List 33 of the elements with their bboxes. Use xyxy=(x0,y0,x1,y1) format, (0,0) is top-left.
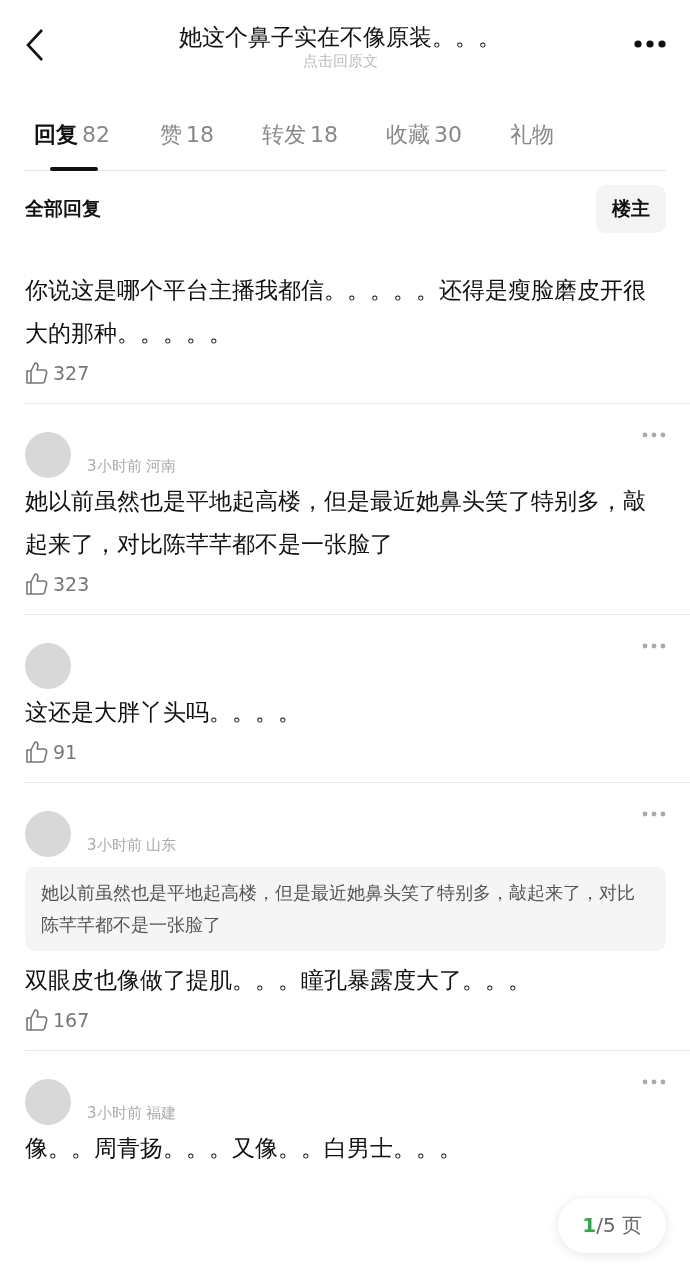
like-count: 91 xyxy=(53,741,78,763)
avatar[interactable] xyxy=(25,432,71,478)
owner-filter-button[interactable]: 楼主 xyxy=(596,185,666,233)
like-count: 323 xyxy=(53,573,90,595)
thumbs-up-icon[interactable] xyxy=(25,361,49,385)
quoted-reply: 她以前虽然也是平地起高楼，但是最近她鼻头笑了特别多，敲起来了，对比陈芊芊都不是一张脸了 xyxy=(25,867,666,951)
comment-meta: 3小时前 河南 xyxy=(87,457,177,477)
comment-text: 你说这是哪个平台主播我都信。。。。。还得是瘦脸磨皮开很大的那种。。。。。 xyxy=(25,276,647,348)
thumbs-up-icon[interactable] xyxy=(25,1008,49,1032)
back-to-post-link[interactable]: 点击回原文 xyxy=(302,52,378,70)
comment-meta: 3小时前 福建 xyxy=(87,1104,177,1124)
tab[interactable]: 礼物 xyxy=(500,108,554,170)
tab[interactable]: 回复 82 xyxy=(24,108,110,170)
comment-text: 她以前虽然也是平地起高楼，但是最近她鼻头笑了特别多，敲起来了，对比陈芊芊都不是一张脸了 xyxy=(25,487,647,559)
tab[interactable]: 收藏 30 xyxy=(376,108,462,170)
page-indicator[interactable]: 1/5 页 xyxy=(558,1198,666,1253)
like-count: 327 xyxy=(53,362,90,384)
thumbs-up-icon[interactable] xyxy=(25,572,49,596)
more-icon[interactable] xyxy=(634,40,666,48)
post-title: 她这个鼻子实在不像原装。。。 xyxy=(179,23,501,52)
comment-text: 双眼皮也像做了提肌。。。瞳孔暴露度大了。。。 xyxy=(25,966,532,995)
avatar[interactable] xyxy=(25,811,71,857)
like-count: 167 xyxy=(53,1009,90,1031)
avatar[interactable] xyxy=(25,643,71,689)
tab[interactable]: 赞 18 xyxy=(150,108,214,170)
comment-text: 像。。周青扬。。。又像。。白男士。。。 xyxy=(25,1134,463,1163)
avatar[interactable] xyxy=(25,1079,71,1125)
filter-label: 全部回复 xyxy=(25,196,101,221)
back-icon[interactable] xyxy=(24,28,46,62)
tab[interactable]: 转发 18 xyxy=(252,108,338,170)
comment-text: 这还是大胖丫头吗。。。。 xyxy=(25,698,302,727)
thumbs-up-icon[interactable] xyxy=(25,740,49,764)
comment-meta: 3小时前 山东 xyxy=(87,836,177,856)
